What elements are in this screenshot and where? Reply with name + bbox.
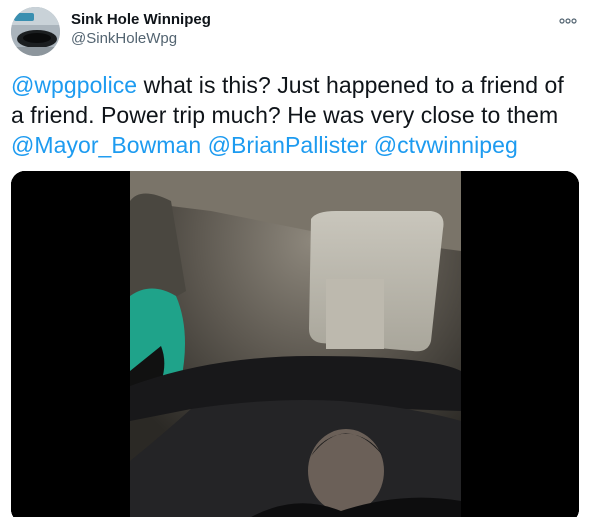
mention-link[interactable]: @wpgpolice bbox=[11, 72, 137, 98]
video-player[interactable] bbox=[11, 171, 579, 517]
mention-link[interactable]: @BrianPallister bbox=[208, 132, 368, 158]
tweet-text: @wpgpolice what is this? Just happened t… bbox=[11, 70, 583, 160]
mention-link[interactable]: @ctvwinnipeg bbox=[374, 132, 518, 158]
more-options-icon[interactable] bbox=[559, 13, 577, 24]
user-handle[interactable]: @SinkHoleWpg bbox=[71, 31, 211, 46]
user-avatar-photo-icon bbox=[11, 7, 60, 56]
display-name[interactable]: Sink Hole Winnipeg bbox=[71, 12, 211, 27]
video-still-image bbox=[11, 171, 579, 517]
mention-link[interactable]: @Mayor_Bowman bbox=[11, 132, 201, 158]
tweet-card: Sink Hole Winnipeg @SinkHoleWpg @wpgpoli… bbox=[0, 0, 591, 517]
user-names: Sink Hole Winnipeg @SinkHoleWpg bbox=[71, 12, 211, 46]
avatar[interactable] bbox=[11, 7, 60, 56]
